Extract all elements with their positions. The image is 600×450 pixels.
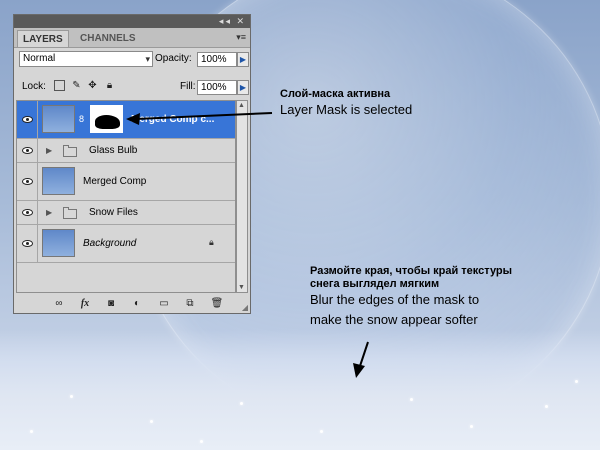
lock-position-icon[interactable]: ✥ <box>87 80 98 91</box>
panel-titlebar[interactable]: ◂◂ ✕ <box>14 15 250 28</box>
new-group-icon[interactable]: ▭ <box>157 297 171 311</box>
snow-sparkle <box>30 430 33 433</box>
layer-mask-thumbnail[interactable] <box>90 105 123 133</box>
layer-row-background[interactable]: Background 🔒︎ <box>17 225 235 263</box>
annotation-blur-ru-line1: Размойте края, чтобы край текстуры <box>310 265 513 277</box>
link-icon[interactable]: ∞ <box>52 297 66 311</box>
layer-thumbnail[interactable] <box>42 105 75 133</box>
scroll-up-icon[interactable]: ▲ <box>238 102 245 109</box>
panel-tabs: LAYERS CHANNELS ▾≡ <box>14 28 250 48</box>
expand-triangle-icon[interactable]: ▶ <box>46 208 52 217</box>
new-layer-icon[interactable]: ⧉ <box>183 297 197 311</box>
folder-icon <box>63 145 77 157</box>
snow-sparkle <box>150 420 153 423</box>
layers-panel: ◂◂ ✕ LAYERS CHANNELS ▾≡ Normal ▾ Opacity… <box>13 14 251 314</box>
eye-icon <box>22 178 33 185</box>
fx-icon[interactable]: fx <box>78 297 92 311</box>
snow-ground-image <box>0 330 600 450</box>
panel-collapse-close-buttons[interactable]: ◂◂ ✕ <box>219 16 246 27</box>
layers-bottom-toolbar: ∞ fx ◙ ◐ ▭ ⧉ 🗑︎ ◢ <box>14 295 250 313</box>
fill-label: Fill: <box>180 81 196 92</box>
layer-name[interactable]: Glass Bulb <box>89 145 137 156</box>
add-mask-icon[interactable]: ◙ <box>104 297 118 311</box>
snow-sparkle <box>545 405 548 408</box>
snow-sparkle <box>200 440 203 443</box>
layer-thumbnail[interactable] <box>42 229 75 257</box>
lock-brush-icon[interactable]: ✎ <box>71 80 82 91</box>
snow-sparkle <box>575 380 578 383</box>
snow-sparkle <box>320 430 323 433</box>
eye-icon <box>22 240 33 247</box>
layer-row-merged-comp-copy[interactable]: 8 Merged Comp c... <box>17 101 235 139</box>
layer-thumbnail[interactable] <box>42 167 75 195</box>
visibility-toggle[interactable] <box>17 225 38 262</box>
chevron-down-icon: ▾ <box>145 54 150 64</box>
lock-transparent-icon[interactable] <box>54 80 65 91</box>
layer-row-snow-files[interactable]: ▶ Snow Files <box>17 201 235 225</box>
snow-sparkle <box>70 395 73 398</box>
lock-fill-row: Lock: ✎ ✥ 🔒︎ Fill: 100% ▶ <box>14 76 250 98</box>
opacity-field[interactable]: 100% <box>197 52 237 67</box>
layers-list: 8 Merged Comp c... ▶ Glass Bulb Merged C… <box>16 100 236 293</box>
blend-mode-select[interactable]: Normal ▾ <box>19 51 153 67</box>
visibility-toggle[interactable] <box>17 163 38 200</box>
mask-link-icon[interactable]: 8 <box>79 114 84 124</box>
blend-opacity-row: Normal ▾ Opacity: 100% ▶ <box>14 48 250 70</box>
folder-icon <box>63 207 77 219</box>
tab-channels[interactable]: CHANNELS <box>75 30 141 47</box>
mask-shape <box>95 115 120 129</box>
annotation-blur-en-line2: make the snow appear softer <box>310 312 478 327</box>
layer-name[interactable]: Snow Files <box>89 207 138 218</box>
expand-triangle-icon[interactable]: ▶ <box>46 146 52 155</box>
snow-sparkle <box>240 402 243 405</box>
blend-mode-value: Normal <box>23 53 56 64</box>
opacity-slider-button[interactable]: ▶ <box>237 52 249 67</box>
lock-icon: 🔒︎ <box>209 237 214 247</box>
visibility-toggle[interactable] <box>17 139 38 162</box>
opacity-label: Opacity: <box>155 53 192 64</box>
annotation-blur-ru-line2: снега выглядел мягким <box>310 278 440 290</box>
scroll-down-icon[interactable]: ▼ <box>238 284 245 291</box>
tab-layers[interactable]: LAYERS <box>17 30 69 47</box>
annotation-mask-ru: Слой-маска активна <box>280 88 391 100</box>
annotation-blur-en-line1: Blur the edges of the mask to <box>310 292 480 307</box>
snow-sparkle <box>470 425 473 428</box>
snow-sparkle <box>410 398 413 401</box>
eye-icon <box>22 147 33 154</box>
annotation-mask-en: Layer Mask is selected <box>280 102 413 117</box>
resize-grip-icon[interactable]: ◢ <box>242 303 248 312</box>
eye-icon <box>22 209 33 216</box>
trash-icon[interactable]: 🗑︎ <box>210 297 224 311</box>
layer-name[interactable]: Merged Comp <box>83 176 146 187</box>
layers-scrollbar[interactable]: ▲ ▼ <box>236 100 248 293</box>
adjustment-icon[interactable]: ◐ <box>130 297 144 311</box>
layer-row-merged-comp[interactable]: Merged Comp <box>17 163 235 201</box>
panel-menu-icon[interactable]: ▾≡ <box>236 32 246 43</box>
layer-row-glass-bulb[interactable]: ▶ Glass Bulb <box>17 139 235 163</box>
visibility-toggle[interactable] <box>17 201 38 224</box>
eye-icon <box>22 116 33 123</box>
fill-field[interactable]: 100% <box>197 80 237 95</box>
lock-label: Lock: <box>22 81 46 92</box>
layer-name[interactable]: Background <box>83 238 136 249</box>
lock-all-icon[interactable]: 🔒︎ <box>104 80 115 91</box>
layer-name[interactable]: Merged Comp c... <box>131 114 214 125</box>
visibility-toggle[interactable] <box>17 101 38 138</box>
fill-slider-button[interactable]: ▶ <box>237 80 249 95</box>
